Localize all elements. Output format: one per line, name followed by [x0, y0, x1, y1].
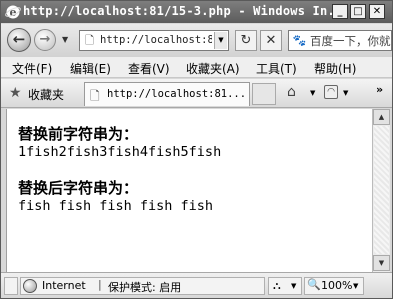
stop-icon: ✕ [265, 33, 277, 48]
status-zone: Internet [42, 279, 86, 292]
menu-file[interactable]: 文件(F) [12, 60, 52, 77]
page-icon: 🗋 [90, 89, 100, 103]
tab-title: http://localhost:81... [107, 88, 247, 100]
address-bar[interactable]: 🗋 http://localhost:8 ▼ [79, 30, 229, 51]
close-button[interactable]: ✕ [369, 4, 385, 19]
status-bar: Internet | 保护模式: 启用 ⛬ ▼ 🔍 100% ▼ [1, 272, 392, 298]
more-tools-icon[interactable]: » [376, 83, 383, 96]
security-dropdown[interactable]: ▼ [291, 282, 296, 290]
forward-arrow-icon: → [39, 32, 51, 47]
stop-button[interactable]: ✕ [260, 30, 282, 51]
rss-icon[interactable]: ◠ [324, 85, 338, 99]
minimize-button[interactable]: _ [332, 4, 348, 19]
menu-edit[interactable]: 编辑(E) [70, 60, 111, 77]
menu-favorites[interactable]: 收藏夹(A) [186, 60, 240, 77]
page-content: 替换前字符串为： 1fish2fish3fish4fish5fish 替换后字符… [6, 109, 372, 272]
rss-dropdown[interactable]: ▼ [343, 89, 348, 97]
text-after: fish fish fish fish fish [18, 198, 214, 214]
heading-before: 替换前字符串为： [18, 125, 139, 143]
page-icon: 🗋 [85, 34, 94, 47]
forward-button[interactable]: → [34, 29, 56, 51]
scroll-down-button[interactable]: ▼ [373, 255, 390, 271]
text-before: 1fish2fish3fish4fish5fish [18, 144, 222, 160]
new-tab-button[interactable] [252, 83, 276, 105]
globe-icon [23, 279, 37, 293]
menu-tools[interactable]: 工具(T) [256, 60, 297, 77]
refresh-button[interactable]: ↻ [235, 30, 257, 51]
vertical-scrollbar[interactable]: ▲ ▼ [372, 109, 390, 272]
recent-pages-dropdown[interactable]: ▼ [62, 35, 68, 44]
browser-window: e http://localhost:81/15-3.php - Windows… [0, 0, 393, 299]
zoom-dropdown[interactable]: ▼ [353, 282, 358, 290]
baidu-paw-icon: 🐾 [292, 34, 307, 47]
back-button[interactable]: ← [7, 28, 31, 52]
title-bar[interactable]: e http://localhost:81/15-3.php - Windows… [1, 1, 392, 23]
favorites-bar: ★ 收藏夹 🗋 http://localhost:81... ⌂ ▼ ◠ ▼ » [1, 79, 392, 108]
heading-after: 替换后字符串为： [18, 179, 139, 197]
address-dropdown-button[interactable]: ▼ [214, 32, 227, 49]
security-icon[interactable]: ⛬ [273, 279, 281, 293]
search-input[interactable]: 百度一下，你就 [310, 33, 391, 49]
status-separator: | [98, 278, 102, 291]
zoom-level[interactable]: 100% [321, 279, 352, 292]
menu-help[interactable]: 帮助(H) [314, 60, 356, 77]
refresh-icon: ↻ [240, 33, 252, 48]
ie-logo-icon: e [5, 4, 21, 20]
tab-current[interactable]: 🗋 http://localhost:81... [84, 82, 250, 106]
magnifier-icon: 🔍 [307, 278, 321, 291]
address-toolbar: ← → ▼ 🗋 http://localhost:8 ▼ ↻ ✕ 🐾 百度一下，… [1, 24, 392, 57]
address-input[interactable]: http://localhost:8 [100, 34, 212, 46]
status-progress-cell [4, 277, 18, 295]
search-box[interactable]: 🐾 百度一下，你就 [288, 30, 392, 51]
window-title: http://localhost:81/15-3.php - Windows I… [23, 4, 350, 18]
maximize-button[interactable]: □ [350, 4, 366, 19]
favorites-button[interactable]: 收藏夹 [28, 86, 64, 103]
scroll-up-button[interactable]: ▲ [373, 109, 390, 125]
scroll-track[interactable] [374, 126, 389, 254]
home-dropdown[interactable]: ▼ [310, 89, 315, 97]
menu-bar: 文件(F) 编辑(E) 查看(V) 收藏夹(A) 工具(T) 帮助(H) [1, 57, 392, 78]
back-arrow-icon: ← [12, 30, 26, 48]
home-icon[interactable]: ⌂ [287, 84, 296, 100]
star-icon[interactable]: ★ [9, 85, 22, 101]
protected-mode-status[interactable]: 保护模式: 启用 [108, 279, 181, 295]
menu-view[interactable]: 查看(V) [128, 60, 170, 77]
